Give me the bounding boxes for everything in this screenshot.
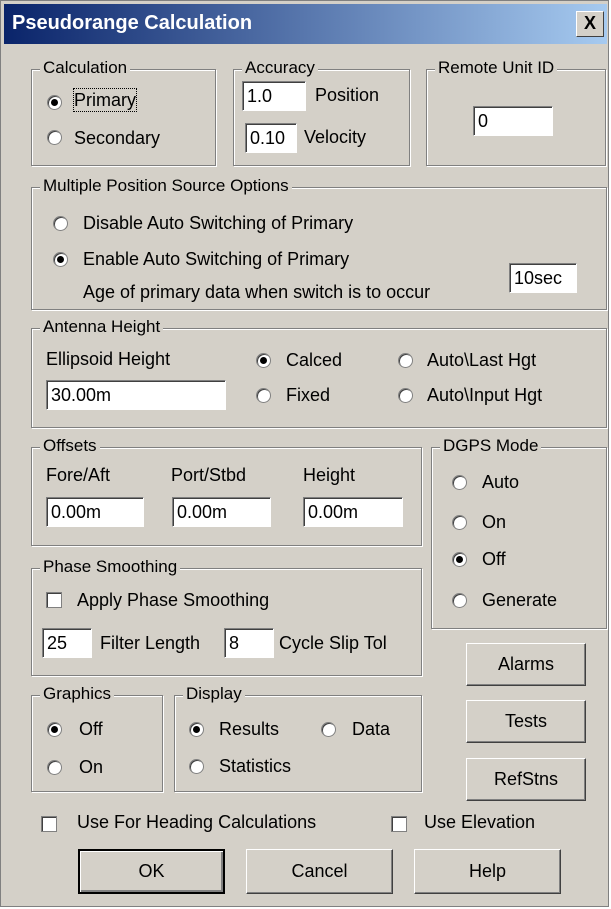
display-statistics-radio[interactable] [189, 759, 204, 774]
primary-radio-dot [51, 99, 58, 106]
apply-phase-smoothing-checkbox[interactable] [46, 592, 62, 608]
height-offset-label: Height [303, 465, 356, 485]
display-group-label: Display [183, 684, 245, 704]
auto-last-hgt-radio[interactable] [398, 353, 413, 368]
dgps-on-radio[interactable] [452, 515, 467, 530]
height-offset-input[interactable]: 0.00m [303, 497, 403, 527]
offsets-group-label: Offsets [40, 436, 100, 456]
remote-unit-group-label: Remote Unit ID [435, 58, 558, 78]
refstns-button[interactable]: RefStns [466, 758, 586, 801]
velocity-accuracy-input[interactable]: 0.10 [245, 123, 297, 153]
primary-radio[interactable] [47, 95, 62, 110]
display-results-radio[interactable] [189, 722, 204, 737]
filter-length-label: Filter Length [100, 633, 201, 653]
dialog-title: Pseudorange Calculation [12, 12, 253, 34]
fixed-radio[interactable] [256, 388, 271, 403]
display-statistics-label[interactable]: Statistics [219, 755, 291, 777]
dgps-on-label[interactable]: On [482, 511, 506, 533]
disable-auto-switching-label[interactable]: Disable Auto Switching of Primary [83, 212, 353, 234]
age-switch-input[interactable]: 10sec [509, 263, 577, 293]
apply-phase-smoothing-label[interactable]: Apply Phase Smoothing [77, 589, 269, 611]
fore-aft-input[interactable]: 0.00m [46, 497, 144, 527]
graphics-off-radio-dot [51, 726, 58, 733]
port-stbd-label: Port/Stbd [171, 465, 247, 485]
dgps-auto-radio[interactable] [452, 475, 467, 490]
age-of-primary-label: Age of primary data when switch is to oc… [83, 282, 431, 302]
pseudorange-dialog: Pseudorange Calculation X Calculation Pr… [0, 0, 609, 907]
multiple-position-group-label: Multiple Position Source Options [40, 176, 292, 196]
cancel-button[interactable]: Cancel [246, 849, 393, 894]
secondary-radio[interactable] [47, 130, 62, 145]
position-accuracy-input[interactable]: 1.0 [242, 81, 306, 111]
dgps-off-radio[interactable] [452, 552, 467, 567]
fore-aft-label: Fore/Aft [46, 465, 111, 485]
calculation-group-label: Calculation [40, 58, 131, 78]
phase-smoothing-group: Phase Smoothing [31, 557, 422, 676]
antenna-height-group: Antenna Height [31, 317, 607, 428]
alarms-button[interactable]: Alarms [466, 643, 586, 686]
enable-auto-switching-radio[interactable] [53, 252, 68, 267]
velocity-label: Velocity [304, 127, 367, 147]
enable-auto-switching-label[interactable]: Enable Auto Switching of Primary [83, 248, 349, 270]
fixed-label[interactable]: Fixed [286, 384, 330, 406]
display-results-radio-dot [193, 726, 200, 733]
cycle-slip-label: Cycle Slip Tol [279, 633, 387, 653]
graphics-off-radio[interactable] [47, 722, 62, 737]
display-group: Display [174, 684, 422, 792]
calculation-group: Calculation [31, 58, 216, 166]
filter-length-input[interactable]: 25 [42, 628, 92, 658]
dgps-auto-label[interactable]: Auto [482, 471, 519, 493]
dgps-off-label[interactable]: Off [482, 548, 506, 570]
graphics-off-label[interactable]: Off [79, 718, 103, 740]
use-for-heading-checkbox[interactable] [41, 816, 57, 832]
close-icon: X [583, 13, 596, 33]
auto-input-hgt-radio[interactable] [398, 388, 413, 403]
dgps-off-radio-dot [456, 556, 463, 563]
use-for-heading-label[interactable]: Use For Heading Calculations [77, 811, 316, 833]
auto-input-hgt-label[interactable]: Auto\Input Hgt [427, 384, 542, 406]
display-results-label[interactable]: Results [219, 718, 279, 740]
dgps-mode-group-label: DGPS Mode [440, 436, 542, 456]
accuracy-group-label: Accuracy [242, 58, 318, 78]
graphics-group-label: Graphics [40, 684, 115, 704]
help-button[interactable]: Help [414, 849, 561, 894]
calced-radio-dot [260, 357, 267, 364]
cycle-slip-input[interactable]: 8 [224, 628, 274, 658]
close-button[interactable]: X [576, 11, 604, 37]
ellipsoid-height-input[interactable]: 30.00m [46, 380, 226, 410]
graphics-on-label[interactable]: On [79, 756, 103, 778]
use-elevation-label[interactable]: Use Elevation [424, 811, 535, 833]
antenna-height-group-label: Antenna Height [40, 317, 164, 337]
disable-auto-switching-radio[interactable] [53, 216, 68, 231]
use-elevation-checkbox[interactable] [391, 816, 407, 832]
calced-label[interactable]: Calced [286, 349, 342, 371]
title-bar: Pseudorange Calculation X [4, 4, 607, 44]
graphics-on-radio[interactable] [47, 760, 62, 775]
calced-radio[interactable] [256, 353, 271, 368]
phase-smoothing-group-label: Phase Smoothing [40, 557, 181, 577]
dgps-generate-label[interactable]: Generate [482, 589, 557, 611]
secondary-label[interactable]: Secondary [74, 127, 160, 149]
remote-unit-id-input[interactable]: 0 [473, 106, 553, 136]
position-label: Position [315, 85, 380, 105]
primary-label[interactable]: Primary [73, 88, 137, 112]
ellipsoid-height-label: Ellipsoid Height [46, 349, 171, 369]
auto-last-hgt-label[interactable]: Auto\Last Hgt [427, 349, 536, 371]
ok-button[interactable]: OK [78, 849, 225, 894]
tests-button[interactable]: Tests [466, 700, 586, 743]
display-data-label[interactable]: Data [352, 718, 390, 740]
enable-auto-switching-radio-dot [57, 256, 64, 263]
display-data-radio[interactable] [321, 722, 336, 737]
dgps-generate-radio[interactable] [452, 593, 467, 608]
port-stbd-input[interactable]: 0.00m [172, 497, 271, 527]
